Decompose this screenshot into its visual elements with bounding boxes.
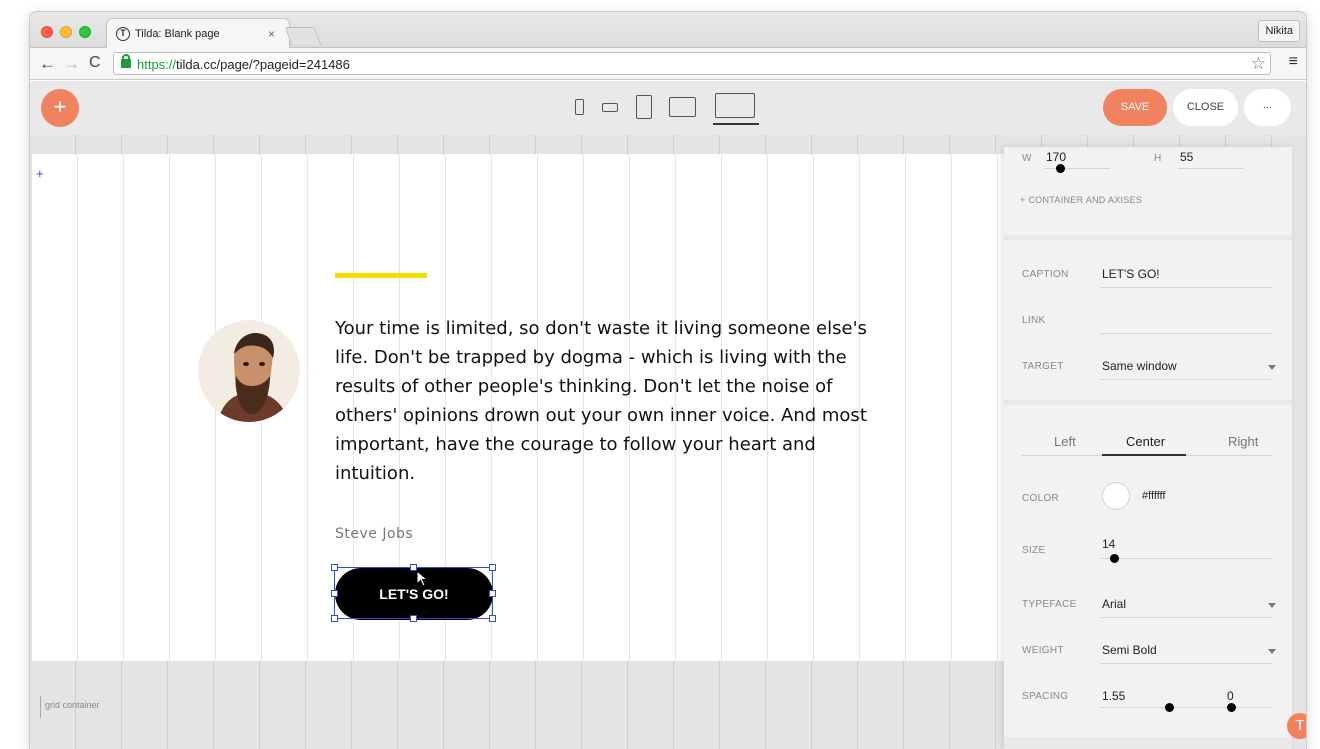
- target-label: TARGET: [1022, 361, 1064, 372]
- editor-toolbar: + SAVE CLOSE ...: [30, 81, 1306, 135]
- artboard[interactable]: + Your time is limited, so don't waste i…: [32, 154, 1004, 661]
- lock-icon: [121, 54, 131, 68]
- spacing-value-2[interactable]: 0: [1227, 689, 1234, 703]
- typeface-select[interactable]: Arial: [1102, 597, 1126, 611]
- width-underline: [1044, 168, 1110, 169]
- quote-text[interactable]: Your time is limited, so don't waste it …: [335, 314, 875, 488]
- spacing-slider-knob-2[interactable]: [1227, 703, 1236, 712]
- phone-portrait-icon[interactable]: [575, 99, 584, 115]
- tab-title: Tilda: Blank page: [135, 28, 220, 40]
- tab-bar: T Tilda: Blank page × Nikita: [30, 12, 1306, 49]
- add-element-button[interactable]: +: [41, 89, 79, 127]
- height-underline: [1178, 168, 1244, 169]
- browser-menu-icon[interactable]: ≡: [1289, 53, 1298, 71]
- url-path: tilda.cc/page/?pageid=241486: [176, 57, 350, 72]
- width-value[interactable]: 170: [1046, 150, 1066, 164]
- save-button[interactable]: SAVE: [1103, 89, 1167, 126]
- link-label: LINK: [1022, 315, 1046, 326]
- tablet-landscape-icon[interactable]: [669, 97, 696, 117]
- close-window-button[interactable]: [41, 26, 53, 38]
- zoom-window-button[interactable]: [79, 26, 91, 38]
- desktop-icon[interactable]: [715, 93, 755, 118]
- new-tab-button[interactable]: [284, 27, 322, 45]
- align-center-tab[interactable]: Center: [1126, 434, 1165, 449]
- color-value[interactable]: #ffffff: [1142, 490, 1165, 502]
- accent-line[interactable]: [335, 273, 427, 278]
- container-axises-link[interactable]: + CONTAINER AND AXISES: [1020, 195, 1142, 205]
- minimize-window-button[interactable]: [60, 26, 72, 38]
- spacing-value[interactable]: 1.55: [1102, 689, 1125, 703]
- active-device-indicator: [713, 123, 759, 125]
- resize-handle-mr[interactable]: [489, 590, 496, 597]
- tilda-help-badge[interactable]: T: [1287, 713, 1306, 739]
- width-label: W: [1022, 153, 1032, 164]
- tilda-logo-icon: T: [116, 27, 130, 41]
- avatar[interactable]: [198, 320, 300, 422]
- size-value[interactable]: 14: [1102, 537, 1115, 551]
- spacing-slider-track: [1100, 707, 1272, 708]
- caption-input[interactable]: LET'S GO!: [1102, 267, 1160, 281]
- target-underline: [1100, 379, 1272, 380]
- mouse-cursor-icon: [416, 570, 429, 587]
- height-value[interactable]: 55: [1180, 150, 1193, 164]
- size-slider-track: [1100, 558, 1272, 559]
- target-select[interactable]: Same window: [1102, 359, 1177, 373]
- color-label: COLOR: [1022, 493, 1060, 504]
- resize-handle-tl[interactable]: [331, 564, 338, 571]
- back-arrow-icon[interactable]: ←: [39, 54, 56, 74]
- tablet-portrait-icon[interactable]: [636, 95, 652, 119]
- grid-container-label: grid container: [40, 696, 100, 718]
- resize-handle-ml[interactable]: [331, 590, 338, 597]
- link-underline: [1100, 333, 1272, 334]
- resize-handle-br[interactable]: [489, 615, 496, 622]
- more-button[interactable]: ...: [1244, 89, 1291, 126]
- profile-button[interactable]: Nikita: [1258, 20, 1300, 42]
- quote-author[interactable]: Steve Jobs: [335, 526, 413, 542]
- size-card: W 170 H 55 + CONTAINER AND AXISES: [1004, 147, 1292, 235]
- resize-handle-tr[interactable]: [489, 564, 496, 571]
- reload-icon[interactable]: C: [89, 54, 101, 72]
- selection-box: [331, 564, 496, 622]
- address-bar: ← → C https://tilda.cc/page/?pageid=2414…: [30, 48, 1306, 80]
- url-text: https://tilda.cc/page/?pageid=241486: [137, 57, 350, 72]
- size-slider-knob[interactable]: [1110, 554, 1119, 563]
- size-label: SIZE: [1022, 545, 1046, 556]
- weight-underline: [1100, 663, 1272, 664]
- close-tab-icon[interactable]: ×: [268, 27, 275, 41]
- portrait-image: [198, 320, 300, 422]
- browser-window: T Tilda: Blank page × Nikita ← → C https…: [30, 12, 1306, 749]
- resize-handle-bm[interactable]: [410, 615, 417, 622]
- align-left-tab[interactable]: Left: [1054, 434, 1076, 449]
- typeface-underline: [1100, 617, 1272, 618]
- forward-arrow-icon[interactable]: →: [63, 54, 80, 74]
- target-chevron-down-icon[interactable]: [1268, 365, 1276, 370]
- weight-label: WEIGHT: [1022, 645, 1064, 656]
- typeface-label: TYPEFACE: [1022, 599, 1077, 610]
- resize-handle-bl[interactable]: [331, 615, 338, 622]
- phone-landscape-icon[interactable]: [602, 103, 618, 112]
- corner-plus-icon: +: [36, 166, 44, 181]
- weight-select[interactable]: Semi Bold: [1102, 643, 1157, 657]
- url-scheme: https://: [137, 57, 177, 72]
- width-slider-knob[interactable]: [1056, 164, 1065, 173]
- url-input[interactable]: https://tilda.cc/page/?pageid=241486 ☆: [113, 52, 1271, 75]
- height-label: H: [1154, 153, 1162, 164]
- weight-chevron-down-icon[interactable]: [1268, 649, 1276, 654]
- spacing-label: SPACING: [1022, 691, 1069, 702]
- align-right-tab[interactable]: Right: [1228, 434, 1258, 449]
- typography-card: Left Center Right COLOR #ffffff SIZE 14 …: [1004, 405, 1292, 737]
- close-button[interactable]: CLOSE: [1173, 89, 1238, 126]
- spacing-slider-knob[interactable]: [1165, 703, 1174, 712]
- caption-label: CAPTION: [1022, 269, 1069, 280]
- bookmark-star-icon[interactable]: ☆: [1251, 54, 1266, 74]
- typeface-chevron-down-icon[interactable]: [1268, 603, 1276, 608]
- caption-underline: [1100, 287, 1272, 288]
- settings-panel: W 170 H 55 + CONTAINER AND AXISES CAPTIO…: [1004, 147, 1292, 749]
- color-swatch[interactable]: [1102, 482, 1130, 510]
- browser-tab[interactable]: T Tilda: Blank page ×: [106, 18, 290, 49]
- caption-card: CAPTION LET'S GO! LINK TARGET Same windo…: [1004, 240, 1292, 400]
- align-active-indicator: [1102, 454, 1186, 456]
